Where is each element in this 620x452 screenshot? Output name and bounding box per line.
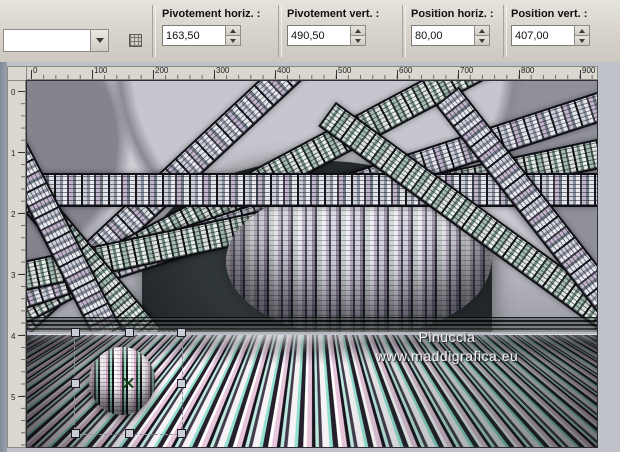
selection-handle-sw[interactable] <box>71 429 80 438</box>
tool-options-toolbar: Pivotement horiz. : Pivotement vert. : P… <box>0 0 620 63</box>
toolbar-separator <box>503 5 507 57</box>
position-horiz-input[interactable] <box>411 25 474 46</box>
ruler-label: 3 <box>11 271 16 280</box>
ruler-label: 400 <box>277 66 291 75</box>
watermark: Pinuccia www.maddigrafica.eu <box>332 329 562 364</box>
ruler-label: 200 <box>155 66 169 75</box>
ruler-label: 5 <box>11 393 16 402</box>
position-horiz-spin-down-icon[interactable] <box>474 36 490 46</box>
pivot-vert-spin-up-icon[interactable] <box>350 25 366 36</box>
toolbar-separator <box>278 5 282 57</box>
ruler-label: 500 <box>338 66 352 75</box>
selection-handle-se[interactable] <box>177 429 186 438</box>
grid-icon <box>129 33 142 47</box>
ruler-label: 300 <box>216 66 230 75</box>
position-horiz-group: Position horiz. : <box>411 0 494 46</box>
ruler-label: 0 <box>11 88 16 97</box>
position-vert-label: Position vert. : <box>511 8 588 20</box>
selection-handle-n[interactable] <box>124 328 134 337</box>
ruler-label: 600 <box>399 66 413 75</box>
pivot-horiz-spinner <box>225 25 241 46</box>
watermark-url: www.maddigrafica.eu <box>375 348 519 364</box>
window-left-edge <box>0 62 7 452</box>
image-canvas[interactable]: Pinuccia www.maddigrafica.eu <box>26 80 598 448</box>
selection-handle-nw[interactable] <box>71 328 80 337</box>
ruler-label: 100 <box>94 66 108 75</box>
pivot-center-marker[interactable] <box>123 378 134 389</box>
transform-options-icon[interactable] <box>125 30 146 50</box>
selection-handle-s[interactable] <box>124 429 134 438</box>
selection-handle-ne[interactable] <box>177 328 186 337</box>
pivot-vert-spinner <box>350 25 366 46</box>
position-horiz-spin-up-icon[interactable] <box>474 25 490 36</box>
pivot-horiz-spin-down-icon[interactable] <box>225 36 241 46</box>
ruler-label: 900 <box>582 66 596 75</box>
ruler-label: 700 <box>460 66 474 75</box>
position-vert-field <box>511 25 590 46</box>
pivot-vert-group: Pivotement vert. : <box>287 0 379 46</box>
position-horiz-spinner <box>474 25 490 46</box>
selection-handle-e[interactable] <box>177 379 186 388</box>
vertical-ruler: 0 1 2 3 4 5 <box>7 80 26 448</box>
position-vert-group: Position vert. : <box>511 0 590 46</box>
ruler-label: 2 <box>11 210 16 219</box>
selection-bounding-box[interactable] <box>71 328 186 438</box>
position-vert-input[interactable] <box>511 25 574 46</box>
pivot-vert-spin-down-icon[interactable] <box>350 36 366 46</box>
horizontal-ruler: 0 100 200 300 400 500 600 700 800 900 <box>26 66 598 80</box>
ruler-label: 0 <box>33 66 38 75</box>
position-horiz-label: Position horiz. : <box>411 8 494 20</box>
selection-handle-w[interactable] <box>71 379 80 388</box>
pivot-vert-label: Pivotement vert. : <box>287 8 380 20</box>
position-vert-spin-up-icon[interactable] <box>574 25 590 36</box>
position-vert-spinner <box>574 25 590 46</box>
toolbar-separator <box>402 5 406 57</box>
pivot-vert-field <box>287 25 379 46</box>
pivot-horiz-label: Pivotement horiz. : <box>162 8 261 20</box>
pivot-horiz-input[interactable] <box>162 25 225 46</box>
pivot-horiz-field <box>162 25 260 46</box>
dropdown-arrow-icon[interactable] <box>90 30 108 51</box>
canvas-area: 0 100 200 300 400 500 600 700 800 900 0 … <box>0 62 620 452</box>
pivot-horiz-group: Pivotement horiz. : <box>162 0 260 46</box>
preset-dropdown[interactable] <box>3 29 109 52</box>
watermark-name: Pinuccia <box>418 329 476 345</box>
ruler-label: 1 <box>11 149 16 158</box>
pivot-vert-input[interactable] <box>287 25 350 46</box>
position-horiz-field <box>411 25 494 46</box>
pivot-horiz-spin-up-icon[interactable] <box>225 25 241 36</box>
ruler-label: 4 <box>11 332 16 341</box>
ruler-label: 800 <box>521 66 535 75</box>
position-vert-spin-down-icon[interactable] <box>574 36 590 46</box>
toolbar-separator <box>152 5 156 57</box>
